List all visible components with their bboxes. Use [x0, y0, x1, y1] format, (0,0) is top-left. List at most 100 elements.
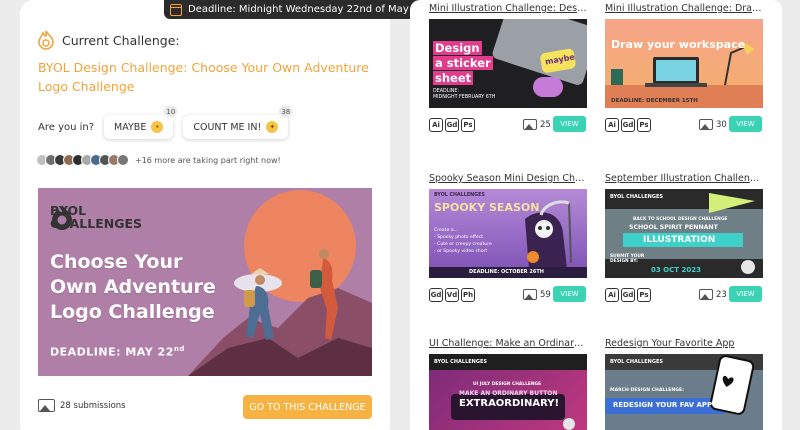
count-me-in-count-badge: 38 — [279, 106, 293, 117]
pennant-illustration — [605, 193, 763, 274]
go-to-challenge-button[interactable]: GO TO THIS CHALLENGE — [243, 395, 372, 419]
card-title[interactable]: UI Challenge: Make an Ordinary Button Ex… — [429, 337, 587, 351]
tool-badge: Gd — [621, 288, 635, 302]
challenge-card[interactable]: Spooky Season Mini Design Challenge BYOL… — [429, 172, 587, 302]
thumb-sub: MARCH DESIGN CHALLENGE: — [610, 388, 685, 393]
view-button[interactable]: VIEW — [553, 116, 586, 132]
thumb-deadline: DEADLINE: DECEMBER 15TH — [611, 98, 698, 104]
card-title[interactable]: Spooky Season Mini Design Challenge — [429, 172, 587, 186]
card-footer: Ai Gd Ps 23 VIEW — [605, 286, 763, 304]
card-footer: Ai Gd Ps 25 VIEW — [429, 116, 587, 134]
software-tags: Ai Gd Ps — [605, 118, 651, 132]
banner-deadline-suffix: nd — [173, 345, 185, 353]
banner-headline-line3: Logo Challenge — [50, 301, 215, 323]
software-tags: Ai Gd Ps — [429, 118, 475, 132]
card-title[interactable]: Mini Illustration Challenge: Draw your w… — [605, 2, 763, 16]
challenge-title[interactable]: BYOL Design Challenge: Choose Your Own A… — [38, 58, 378, 96]
card-thumbnail[interactable]: Draw your workspace DEADLINE: DECEMBER 1… — [605, 19, 763, 108]
image-icon — [38, 399, 55, 412]
challenge-card[interactable]: Redesign Your Favorite App BYOL CHALLENG… — [605, 337, 763, 430]
challenge-banner-image[interactable]: BYOL CHALLENGES Choose Your Own Adventur… — [38, 188, 372, 376]
thumb-sub: BACK TO SCHOOL DESIGN CHALLENGE — [633, 217, 728, 222]
thumb-intro: Create a... — [434, 228, 458, 233]
submission-count-text: 23 — [716, 289, 727, 300]
submission-count: 59 — [523, 289, 551, 300]
thumb-headline: Draw your workspace — [611, 38, 746, 51]
current-challenge-header: Current Challenge: — [38, 30, 180, 50]
thumb-line: a sticker — [433, 56, 493, 70]
banner-headline-line1: Choose Your — [50, 251, 183, 273]
participants-row: +16 more are taking part right now! — [36, 154, 281, 166]
card-title[interactable]: September Illustration Challenge: School… — [605, 172, 763, 186]
card-footer: Ai Gd Ps 30 VIEW — [605, 116, 763, 134]
banner-logo: BYOL CHALLENGES — [50, 204, 142, 230]
view-button[interactable]: VIEW — [729, 116, 762, 132]
card-thumbnail[interactable]: BYOL CHALLENGES MARCH DESIGN CHALLENGE: … — [605, 354, 763, 430]
thinking-emoji-icon: • — [151, 121, 164, 133]
flame-icon — [38, 30, 54, 50]
count-me-in-button[interactable]: COUNT ME IN! ✦ 38 — [183, 106, 293, 139]
calendar-icon — [170, 3, 182, 16]
tool-badge: Ph — [461, 288, 475, 302]
thumb-deadline: MIDNIGHT FEBRUARY 6TH — [433, 95, 496, 100]
maybe-label: MAYBE — [114, 121, 147, 133]
thumb-brand: BYOL CHALLENGES — [610, 194, 663, 200]
thumb-brand: BYOL CHALLENGES — [434, 359, 487, 365]
count-me-in-label: COUNT ME IN! — [193, 121, 262, 133]
banner-headline-line2: Own Adventure — [50, 276, 216, 298]
submission-count: 23 — [699, 289, 727, 300]
submissions-text: 28 submissions — [60, 400, 126, 411]
thumb-sub: UI JULY DESIGN CHALLENGE — [473, 382, 542, 387]
card-thumbnail[interactable]: BYOL CHALLENGES SPOOKY SEASON Create a..… — [429, 189, 587, 278]
image-icon — [699, 289, 713, 300]
thumb-headline: REDESIGN YOUR FAV APP — [613, 401, 713, 409]
tool-badge: Ai — [605, 118, 619, 132]
thumb-line: sheet — [433, 71, 474, 85]
card-thumbnail[interactable]: Design a sticker sheet maybe DEADLINE: M… — [429, 19, 587, 108]
challenge-card[interactable]: UI Challenge: Make an Ordinary Button Ex… — [429, 337, 587, 430]
workspace-illustration — [605, 41, 763, 108]
image-icon — [523, 119, 537, 130]
challenge-card[interactable]: September Illustration Challenge: School… — [605, 172, 763, 302]
tool-badge: Ps — [461, 118, 475, 132]
card-thumbnail[interactable]: BYOL CHALLENGES BACK TO SCHOOL DESIGN CH… — [605, 189, 763, 278]
challenge-card[interactable]: Mini Illustration Challenge: Design a st… — [429, 2, 587, 132]
banner-deadline: DEADLINE: MAY 22nd — [50, 345, 185, 359]
submissions-count: 28 submissions — [38, 399, 126, 412]
challenge-card[interactable]: Mini Illustration Challenge: Draw your w… — [605, 2, 763, 132]
deadline-pill: Deadline: Midnight Wednesday 22nd of May… — [164, 0, 446, 19]
flame-logo-icon — [52, 205, 72, 230]
thumb-line: Design — [433, 41, 482, 55]
banner-headline: Choose Your Own Adventure Logo Challenge — [50, 250, 216, 325]
join-row: Are you in? MAYBE • 10 COUNT ME IN! ✦ 38 — [38, 106, 298, 139]
card-title[interactable]: Redesign Your Favorite App — [605, 337, 763, 351]
submission-count-text: 25 — [540, 119, 551, 130]
thumb-bullet: - Cute or creepy creature — [434, 242, 492, 247]
tool-badge: Ps — [637, 288, 651, 302]
thumb-date: 03 OCT 2023 — [651, 266, 701, 274]
maybe-button[interactable]: MAYBE • 10 — [104, 106, 178, 139]
join-label: Are you in? — [38, 121, 95, 133]
view-button[interactable]: VIEW — [553, 286, 586, 302]
deadline-text: Deadline: Midnight Wednesday 22nd of May… — [188, 4, 438, 15]
thumb-bullet: - Spooky photo effect — [434, 235, 484, 240]
thumb-headline2: ILLUSTRATION — [643, 235, 716, 245]
tool-badge: Ai — [605, 288, 619, 302]
thumb-bullet: - or Spooky video short — [434, 249, 488, 254]
tool-badge: Ps — [637, 118, 651, 132]
submission-count: 25 — [523, 119, 551, 130]
submission-count: 30 — [699, 119, 727, 130]
tool-badge: Vd — [445, 288, 459, 302]
avatar[interactable] — [117, 154, 129, 166]
thumb-headline2: EXTRAORDINARY! — [459, 398, 560, 409]
card-thumbnail[interactable]: BYOL CHALLENGES UI JULY DESIGN CHALLENGE… — [429, 354, 587, 430]
view-button[interactable]: VIEW — [729, 286, 762, 302]
thumb-headline: SPOOKY SEASON — [434, 201, 540, 214]
maybe-count-badge: 10 — [164, 106, 178, 117]
software-tags: Gd Vd Ph — [429, 288, 475, 302]
card-title[interactable]: Mini Illustration Challenge: Design a st… — [429, 2, 587, 16]
party-emoji-icon: ✦ — [266, 121, 279, 133]
banner-deadline-text: DEADLINE: MAY 22 — [50, 345, 174, 359]
tool-badge: Gd — [429, 288, 443, 302]
submission-count-text: 59 — [540, 289, 551, 300]
